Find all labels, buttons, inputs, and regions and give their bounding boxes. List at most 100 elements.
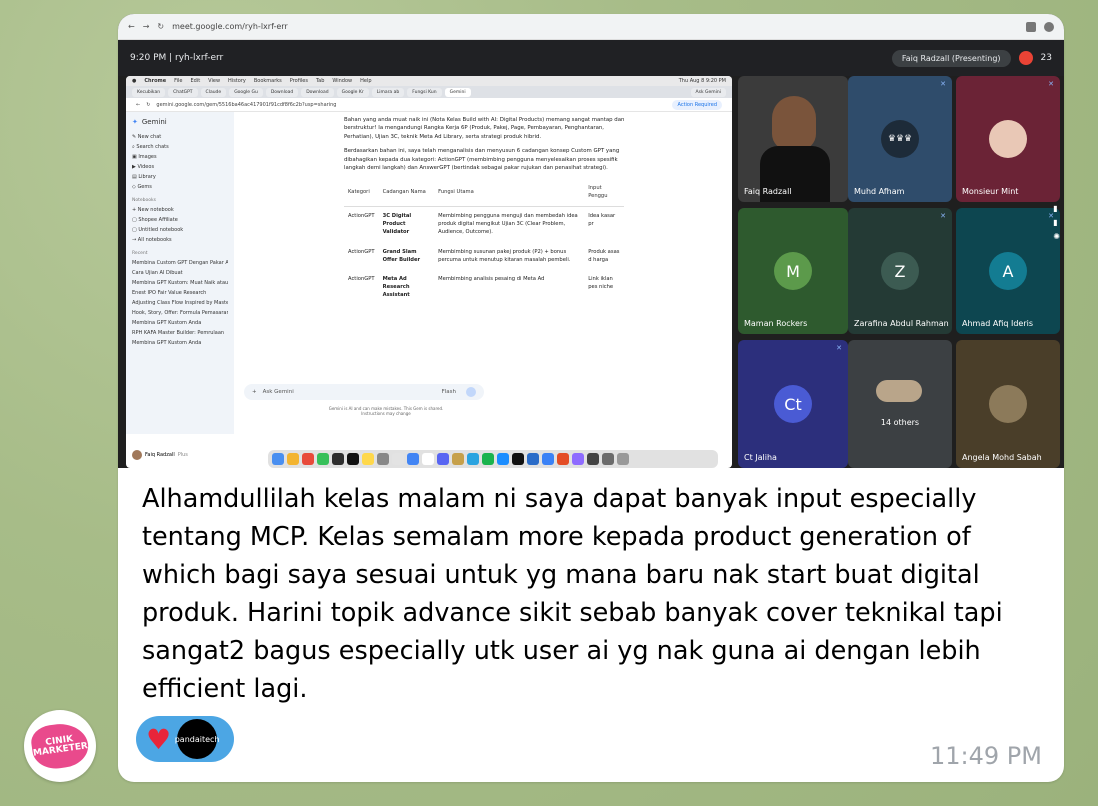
participant-name: Angela Mohd Sabah <box>962 453 1042 462</box>
table-row: ActionGPT 3C Digital Product Validator Mem… <box>348 213 616 235</box>
meet-topbar: 9:20 PM | ryh-lxrf-err Faiq Radzall (Pre… <box>118 40 1064 76</box>
notebook-item: ▢ Shopee Affiliate <box>132 217 178 223</box>
group-avatar: ♛♛♛ <box>881 120 919 158</box>
recent-item: Hook, Story, Offer: Formula Pemasaran <box>132 310 228 316</box>
nav-gems: ◇ Gems <box>132 184 152 190</box>
ask-placeholder: Ask Gemini <box>262 389 294 395</box>
tab-active: Gemini <box>444 87 471 97</box>
sender-avatar[interactable]: CINIK MARKETER <box>24 710 96 782</box>
mute-icon: ✕ <box>940 212 946 220</box>
meeting-time-code: 9:20 PM | ryh-lxrf-err <box>130 53 224 63</box>
ask-gemini-input: + Ask Gemini Flash <box>244 384 484 400</box>
forward-icon: → <box>142 22 150 31</box>
inner-url: gemini.google.com/gem/5516ba46ac417901f9… <box>156 101 337 108</box>
tab: Kecubikan <box>132 87 166 97</box>
sender-logo: CINIK MARKETER <box>29 720 91 772</box>
participant-name: Ct Jaliha <box>744 453 777 462</box>
camera-icon: ▮ <box>1053 204 1058 213</box>
gemini-brand: ✦ Gemini <box>132 118 228 126</box>
participant-count: 23 <box>1040 53 1052 63</box>
participant-tile: Z ✕ Zarafina Abdul Rahman <box>848 208 952 334</box>
participant-tile: A ✕ Ahmad Afiq Ideris <box>956 208 1060 334</box>
menu-history: History <box>228 78 246 84</box>
participant-name: Monsieur Mint <box>962 187 1019 196</box>
mac-menubar: ● Chrome File Edit View History Bookmark… <box>126 76 732 86</box>
profile-icon <box>1044 21 1054 32</box>
participant-name: Maman Rockers <box>744 319 808 328</box>
avatar-initial: Z <box>881 252 919 290</box>
tab: ChatGPT <box>168 87 198 97</box>
reaction-pill[interactable]: ♥ pandaitech <box>136 716 234 762</box>
menu-profiles: Profiles <box>289 78 308 84</box>
participant-name: Ahmad Afiq Ideris <box>962 319 1034 328</box>
gear-icon: ✺ <box>1053 232 1060 241</box>
participant-name: Faiq Radzall <box>744 187 792 196</box>
mute-icon: ✕ <box>940 80 946 88</box>
gemini-sidebar: ✦ Gemini ✎ New chat ⌕ Search chats ▣ Imag… <box>126 112 234 434</box>
inner-address-bar: ← ↻ gemini.google.com/gem/5516ba46ac4179… <box>126 98 732 112</box>
others-count: 14 others <box>880 418 920 427</box>
recent-item: Enest IPO Fair Value Research <box>132 290 207 296</box>
meet-side-controls: ▮ ▮ ✺ <box>1053 204 1060 241</box>
mute-icon: ✕ <box>1048 80 1054 88</box>
nav-search-chats: ⌕ Search chats <box>132 144 169 150</box>
outer-browser-bar: ← → ↻ meet.google.com/ryh-lxrf-err <box>118 14 1064 40</box>
recent-item: Membina Custom GPT Dengan Pakar AI <box>132 260 228 266</box>
avatar <box>132 450 142 460</box>
nav-new-chat: ✎ New chat <box>132 134 162 140</box>
recent-heading: Recent <box>132 251 148 256</box>
avatar <box>989 120 1027 158</box>
tab: Google Gu <box>229 87 263 97</box>
heart-icon: ♥ <box>146 722 172 756</box>
message-bubble[interactable]: ← → ↻ meet.google.com/ryh-lxrf-err 9:20 … <box>118 14 1064 782</box>
back-icon: ← <box>128 22 135 31</box>
gemini-user: Faiq Radzall Plus <box>132 450 188 460</box>
table-row: ActionGPT Meta Ad Research Assistant Membi… <box>348 276 614 298</box>
ask-gemini-tab: Ask Gemini <box>690 87 726 97</box>
extension-icon <box>1026 21 1036 32</box>
mac-clock: Thu Aug 8 9:20 PM <box>678 78 726 84</box>
recent-item: RPH KAFA Master Builder: Pemrulaan <box>132 330 225 336</box>
others-avatars <box>876 380 922 402</box>
avatar-initial: M <box>774 252 812 290</box>
menu-tab: Tab <box>315 78 325 84</box>
gemini-star-icon: ✦ <box>132 118 138 126</box>
presenter-face <box>772 96 816 150</box>
user-name: Faiq Radzall <box>145 452 175 458</box>
menu-window: Window <box>332 78 353 84</box>
gemini-title: Gemini <box>141 118 167 126</box>
reload-icon: ↻ <box>157 22 165 31</box>
tab: Fungsi Kun <box>407 87 442 97</box>
tab: Claude <box>200 87 227 97</box>
participant-tile: ♛♛♛ ✕ Muhd Afham <box>848 76 952 202</box>
participant-tile: ✕ Monsieur Mint <box>956 76 1060 202</box>
mac-dock <box>268 450 718 468</box>
gemini-disclaimer: Gemini is AI and can make mistakes. This… <box>328 406 444 416</box>
outer-url: meet.google.com/ryh-lxrf-err <box>172 22 288 31</box>
notebook-item: ▢ Untitled notebook <box>132 227 184 233</box>
table-header: Fungsi Utama <box>434 178 585 208</box>
avatar-initial: A <box>989 252 1027 290</box>
avatar-initial: Ct <box>774 385 812 423</box>
participant-tile: 14 others <box>848 340 952 468</box>
inner-tab-strip: Kecubikan ChatGPT Claude Google Gu Downl… <box>126 86 732 98</box>
avatar <box>989 385 1027 423</box>
participant-tile: Faiq Radzall <box>738 76 848 202</box>
recent-item: Membina GPT Kustom: Muat Naik atau ... <box>132 280 228 286</box>
reactor-avatar: pandaitech <box>175 719 220 759</box>
nav-images: ▣ Images <box>132 154 157 160</box>
menu-file: File <box>174 78 183 84</box>
plus-icon: + <box>252 389 257 395</box>
tab: Limara ab <box>371 87 405 97</box>
message-text: Alhamdullilah kelas malam ni saya dapat … <box>142 484 1003 704</box>
tab: Google Kr <box>336 87 369 97</box>
screenshot-image[interactable]: ← → ↻ meet.google.com/ryh-lxrf-err 9:20 … <box>118 14 1064 468</box>
menu-edit: Edit <box>190 78 201 84</box>
concept-table: Kategori Cadangan Nama Fungsi Utama Inpu… <box>344 178 624 306</box>
mode-selector: Flash <box>441 389 456 395</box>
participant-tile: Angela Mohd Sabah <box>956 340 1060 468</box>
menu-view: View <box>208 78 221 84</box>
presenting-badge: Faiq Radzall (Presenting) <box>891 49 1011 67</box>
participant-name: Zarafina Abdul Rahman <box>854 319 949 328</box>
shared-screen: ● Chrome File Edit View History Bookmark… <box>126 76 732 468</box>
